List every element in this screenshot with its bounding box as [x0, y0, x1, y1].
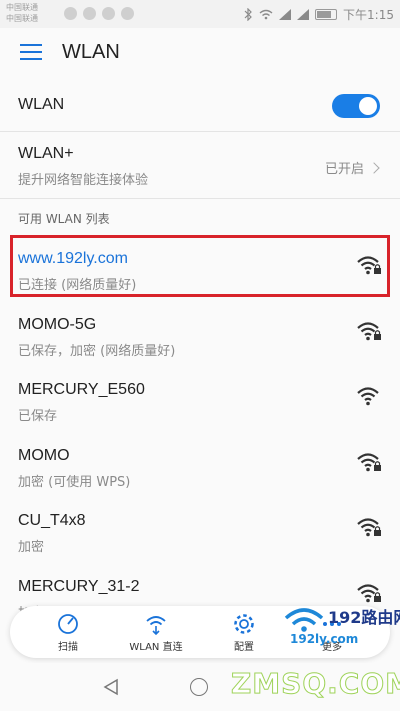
network-status: 加密 (可使用 WPS) — [18, 474, 131, 490]
network-name: MERCURY_31-2 — [18, 577, 140, 595]
app-bar: WLAN — [0, 28, 400, 80]
notification-icon — [64, 7, 77, 20]
wifi-icon — [357, 387, 379, 406]
notification-icon — [121, 7, 134, 20]
wifi-lock-icon — [357, 321, 381, 340]
network-name: MOMO-5G — [18, 315, 97, 333]
watermark-logo-cn: 192路由网 — [328, 608, 400, 627]
wifi-lock-icon — [357, 583, 381, 602]
signal-icon — [279, 9, 292, 20]
back-icon[interactable] — [102, 678, 120, 696]
network-status: 已保存 — [18, 409, 58, 424]
section-title: 可用 WLAN 列表 — [18, 212, 110, 226]
battery-icon — [315, 9, 338, 20]
wlan-direct-icon — [146, 616, 166, 636]
scan-button[interactable]: 扫描 — [28, 612, 108, 653]
status-icons: 下午1:15 — [244, 6, 394, 23]
network-item[interactable]: MOMO 加密 (可使用 WPS) — [0, 433, 400, 498]
signal-icon — [297, 9, 310, 20]
wifi-status-icon — [259, 9, 273, 20]
wlan-switch[interactable] — [332, 94, 380, 118]
home-icon[interactable] — [190, 678, 208, 696]
network-name: CU_T4x8 — [18, 512, 86, 529]
scan-icon — [58, 614, 78, 634]
wlan-direct-button[interactable]: WLAN 直连 — [116, 612, 196, 653]
notification-icon — [83, 7, 96, 20]
network-name: MOMO — [18, 446, 70, 464]
wlan-plus-row[interactable]: WLAN+ 提升网络智能连接体验 已开启 — [0, 132, 400, 199]
wlan-plus-status: 已开启 — [324, 158, 380, 177]
wifi-lock-icon — [357, 518, 381, 537]
network-item[interactable]: MERCURY_E560 已保存 — [0, 367, 400, 432]
carrier-info: 中国联通 中国联通 — [6, 2, 38, 24]
network-item[interactable]: CU_T4x8 加密 — [0, 498, 400, 563]
bluetooth-icon — [244, 8, 252, 21]
wifi-logo-icon — [284, 608, 324, 632]
wlan-plus-desc: 提升网络智能连接体验 — [18, 173, 149, 188]
watermark-logo-url: 192ly.com — [290, 632, 359, 646]
watermark-logo: 192路由网 192ly.com — [282, 604, 400, 646]
wlan-direct-label: WLAN 直连 — [129, 642, 183, 653]
wlan-toggle-row[interactable]: WLAN — [0, 80, 400, 132]
wlan-plus-status-text: 已开启 — [324, 162, 364, 177]
page-title: WLAN — [62, 41, 120, 63]
notification-icon — [102, 7, 115, 20]
network-status: 加密 — [18, 540, 45, 555]
menu-icon[interactable] — [20, 44, 42, 62]
highlight-box — [10, 235, 390, 297]
wlan-plus-label: WLAN+ — [18, 145, 74, 162]
status-bar: 中国联通 中国联通 下午1:15 — [0, 0, 400, 28]
carrier-label-1: 中国联通 — [6, 3, 38, 12]
switch-knob — [359, 97, 377, 115]
wlan-toggle-label: WLAN — [18, 96, 65, 113]
network-status: 已保存，加密 (网络质量好) — [18, 343, 176, 359]
status-time: 下午1:15 — [343, 8, 394, 22]
carrier-label-2: 中国联通 — [6, 14, 38, 23]
network-name: MERCURY_E560 — [18, 381, 145, 398]
config-button[interactable]: 配置 — [204, 612, 284, 653]
wifi-lock-icon — [357, 452, 381, 471]
watermark-text: ZMSQ.COM — [231, 667, 400, 701]
scan-label: 扫描 — [58, 642, 78, 653]
network-item[interactable]: MOMO-5G 已保存，加密 (网络质量好) — [0, 302, 400, 367]
gear-icon — [234, 614, 254, 634]
notification-icons — [64, 7, 134, 20]
chevron-right-icon — [368, 161, 380, 174]
config-label: 配置 — [234, 642, 254, 653]
